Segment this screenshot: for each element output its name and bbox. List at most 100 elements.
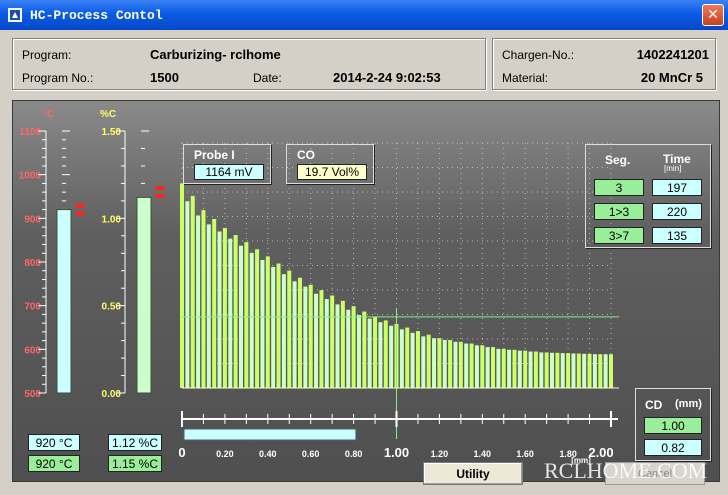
- chart-bar: [448, 339, 453, 388]
- app-icon: [8, 8, 22, 22]
- chart-bar: [571, 353, 576, 388]
- chart-bar: [560, 353, 565, 388]
- probe-panel: Probe I 1164 mV: [183, 144, 271, 184]
- chart-bar: [233, 235, 238, 388]
- chart-bar: [469, 343, 474, 388]
- gauge-tick-label: 0.50: [102, 302, 122, 313]
- gauge-tick-label: 600: [24, 345, 41, 356]
- cd-panel: CD (mm) 1.00 0.82: [635, 388, 711, 461]
- chart-bar: [249, 252, 254, 388]
- chart-bar: [426, 334, 431, 388]
- chart-bar: [201, 210, 206, 388]
- utility-button[interactable]: Utility: [423, 462, 523, 485]
- carbon-setpoint-marker: [155, 186, 165, 199]
- time-cell: 135: [652, 227, 702, 244]
- window-title: HC-Process Contol: [30, 7, 163, 23]
- charge-info-box: Chargen-No.: 1402241201 Material: 20 MnC…: [492, 38, 716, 90]
- gauge-tick-label: 1.50: [102, 127, 122, 138]
- client-area: Program: Carburizing- rclhome Program No…: [3, 30, 725, 492]
- chart-bar: [362, 311, 367, 388]
- chart-bar: [222, 227, 227, 388]
- co-value: 19.7 Vol%: [297, 164, 367, 180]
- chart-bar: [292, 281, 297, 388]
- carbon-bar: [136, 196, 152, 394]
- program-no-value: 1500: [150, 70, 179, 85]
- material-label: Material:: [502, 71, 549, 85]
- segment-cell: 3: [594, 179, 644, 196]
- chart-bar: [566, 353, 571, 388]
- chart-bar: [550, 352, 555, 388]
- program-value: Carburizing- rclhome: [150, 47, 281, 62]
- program-no-label: Program No.:: [22, 71, 94, 85]
- chart-bar: [265, 256, 270, 388]
- chart-bar: [442, 339, 447, 388]
- chart-bar: [576, 353, 581, 388]
- cd-target-value: 1.00: [644, 417, 702, 434]
- temp-unit-label: °C: [43, 109, 54, 120]
- chart-bar: [281, 274, 286, 388]
- chart-bar: [228, 238, 233, 388]
- chart-bar: [512, 349, 517, 388]
- gauge-tick-label: 0.00: [102, 389, 122, 400]
- x-tick-label: 1.20: [431, 449, 449, 459]
- chart-bar: [528, 351, 533, 388]
- chart-bar: [523, 350, 528, 388]
- chart-bar: [592, 354, 597, 388]
- date-label: Date:: [253, 71, 282, 85]
- segment-cell: 1>3: [594, 203, 644, 220]
- chart-bar: [507, 349, 512, 388]
- chart-bar: [308, 284, 313, 388]
- segment-header: Seg.: [605, 153, 631, 167]
- probe-label: Probe I: [194, 148, 235, 162]
- carbon-unit-label: %C: [100, 109, 116, 120]
- time-cell: 197: [652, 179, 702, 196]
- chart-bar: [260, 259, 265, 388]
- charge-label: Chargen-No.:: [502, 48, 575, 62]
- program-info-box: Program: Carburizing- rclhome Program No…: [12, 38, 486, 90]
- date-value: 2014-2-24 9:02:53: [333, 70, 441, 85]
- chart-bar: [415, 331, 420, 388]
- chart-bar: [544, 352, 549, 388]
- chart-bar: [609, 354, 613, 388]
- chart-bar: [367, 318, 372, 388]
- chart-bar: [496, 348, 501, 388]
- chart-bar: [206, 224, 211, 388]
- chart-bar: [437, 338, 442, 388]
- chart-bar: [582, 353, 587, 388]
- temperature-setpoint-readout: 920 °C: [28, 455, 80, 472]
- chart-bar: [303, 286, 308, 388]
- chart-bar: [319, 290, 324, 388]
- chart-bar: [491, 347, 496, 388]
- x-tick-label: 1.40: [474, 449, 492, 459]
- chart-bar: [501, 348, 506, 388]
- time-cell: 220: [652, 203, 702, 220]
- segment-cell: 3>7: [594, 227, 644, 244]
- chart-bar: [255, 249, 260, 388]
- temperature-actual-readout: 920 °C: [28, 434, 80, 451]
- gauge-tick-label: 500: [24, 389, 41, 400]
- watermark: RCLHOME.COM: [544, 458, 708, 483]
- cd-label: CD: [645, 398, 663, 412]
- chart-bar: [539, 352, 544, 388]
- gauge-tick-label: 900: [24, 214, 41, 225]
- chart-bar: [287, 270, 292, 388]
- chart-bar: [485, 347, 490, 388]
- chart-bar: [373, 316, 378, 388]
- chart-bar: [217, 231, 222, 388]
- probe-value: 1164 mV: [194, 164, 264, 180]
- chart-bar: [351, 306, 356, 388]
- temperature-bar: [56, 209, 72, 394]
- close-button[interactable]: ✕: [702, 4, 724, 26]
- chart-bar: [378, 322, 383, 388]
- chart-bar: [603, 354, 608, 388]
- chart-bar: [330, 295, 335, 388]
- title-bar[interactable]: HC-Process Contol ✕: [0, 0, 728, 30]
- carbon-actual-readout: 1.12 %C: [108, 434, 162, 451]
- material-value: 20 MnCr 5: [640, 70, 703, 85]
- x-tick-label: 0: [178, 445, 185, 460]
- chart-bar: [180, 183, 184, 388]
- gauge-tick-label: 700: [24, 302, 41, 313]
- x-tick-label: 0.60: [302, 449, 320, 459]
- x-tick-label: 1.00: [384, 445, 409, 460]
- chart-bar: [555, 352, 560, 388]
